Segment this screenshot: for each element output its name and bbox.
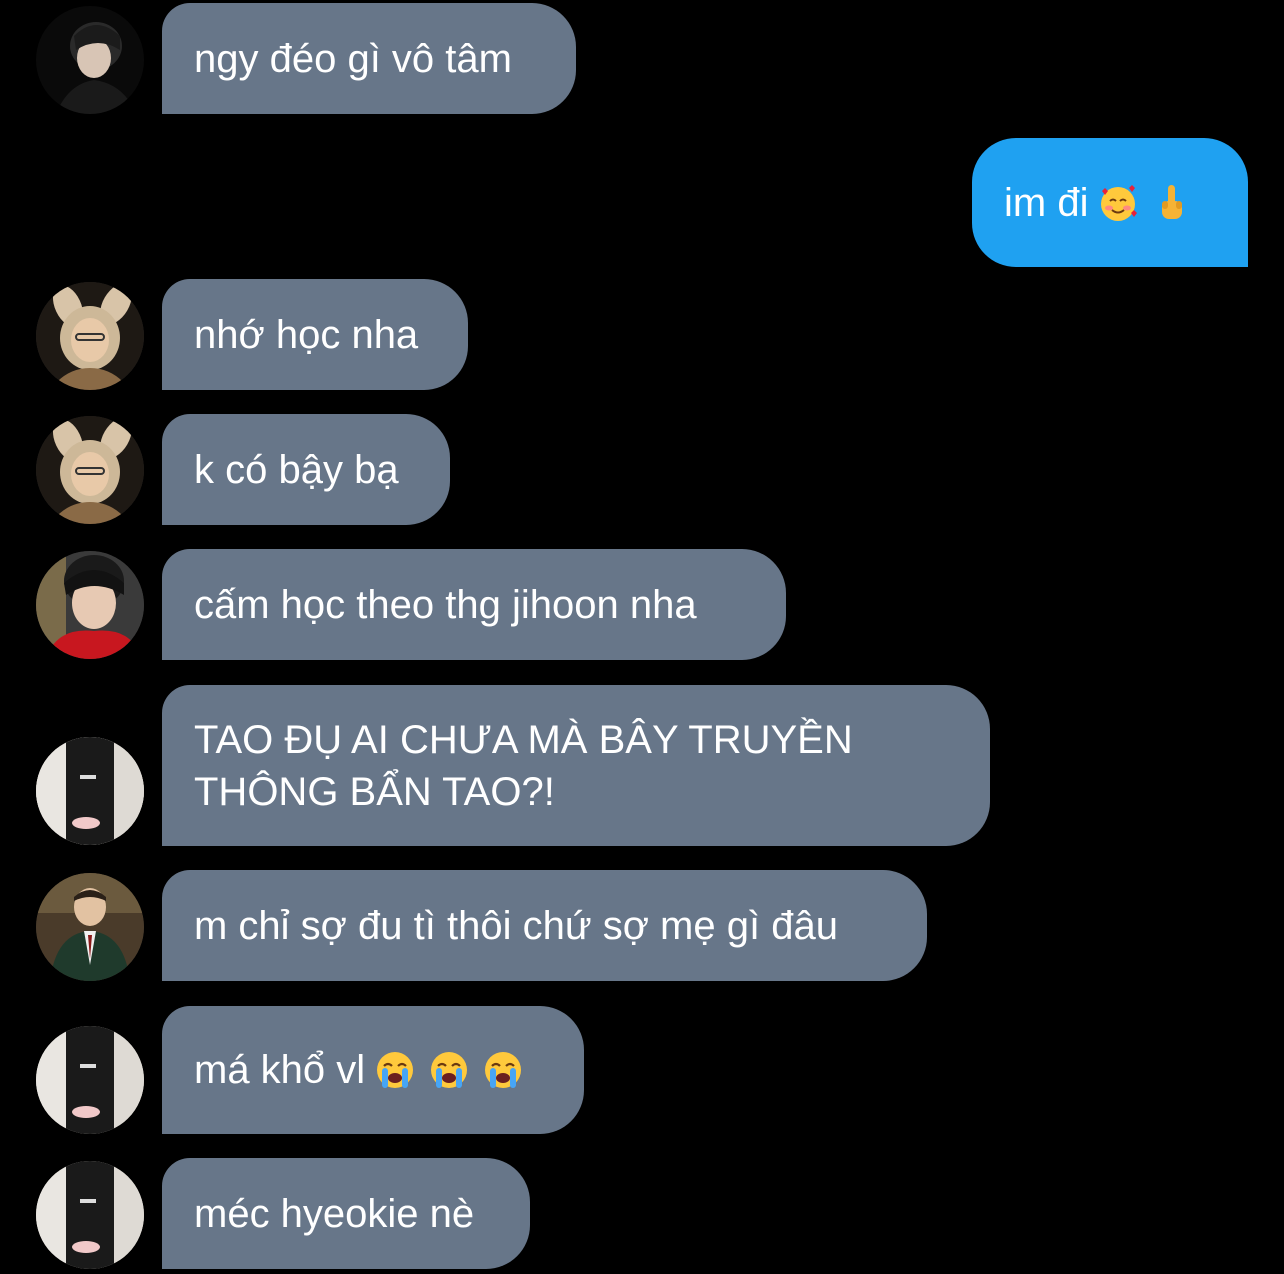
avatar-red-scarf[interactable] (36, 551, 144, 659)
loudly-crying-face-emoji (375, 1050, 415, 1090)
smiling-face-with-hearts-emoji (1098, 183, 1138, 223)
loudly-crying-face-emoji (483, 1050, 523, 1090)
message-bubble[interactable]: ngy đéo gì vô tâm (162, 3, 576, 114)
avatar-bunny-ears[interactable] (36, 282, 144, 390)
avatar-white-jacket[interactable] (36, 737, 144, 845)
message-text: im đi (1004, 180, 1089, 225)
avatar-school-uniform[interactable] (36, 873, 144, 981)
message-text: méc hyeokie nè (194, 1191, 475, 1236)
avatar-white-jacket[interactable] (36, 1026, 144, 1134)
message-bubble[interactable]: TAO ĐỤ AI CHƯA MÀ BÂY TRUYỀN THÔNG BẨN T… (162, 685, 990, 846)
message-bubble[interactable]: nhớ học nha (162, 279, 468, 390)
message-bubble[interactable]: m chỉ sợ đu tì thôi chứ sợ mẹ gì đâu (162, 870, 927, 981)
emoji-group (375, 1050, 523, 1090)
avatar-glasses-profile[interactable] (36, 6, 144, 114)
message-bubble-outgoing[interactable]: im đi (972, 138, 1248, 267)
message-text: ngy đéo gì vô tâm (194, 36, 512, 81)
middle-finger-emoji (1152, 183, 1192, 223)
message-bubble[interactable]: méc hyeokie nè (162, 1158, 530, 1269)
message-text-line: TAO ĐỤ AI CHƯA MÀ BÂY TRUYỀN (194, 717, 853, 762)
emoji-group (1098, 183, 1192, 223)
message-bubble[interactable]: cấm học theo thg jihoon nha (162, 549, 786, 660)
avatar-white-jacket[interactable] (36, 1161, 144, 1269)
message-bubble[interactable]: má khổ vl (162, 1006, 584, 1134)
message-text: má khổ vl (194, 1048, 366, 1092)
message-bubble[interactable]: k có bậy bạ (162, 414, 450, 525)
message-text: k có bậy bạ (194, 447, 399, 492)
message-text: m chỉ sợ đu tì thôi chứ sợ mẹ gì đâu (194, 903, 838, 948)
message-text-line: THÔNG BẨN TAO?! (194, 769, 555, 814)
loudly-crying-face-emoji (429, 1050, 469, 1090)
message-text: cấm học theo thg jihoon nha (194, 582, 697, 627)
avatar-bunny-ears[interactable] (36, 416, 144, 524)
message-text: nhớ học nha (194, 312, 419, 357)
